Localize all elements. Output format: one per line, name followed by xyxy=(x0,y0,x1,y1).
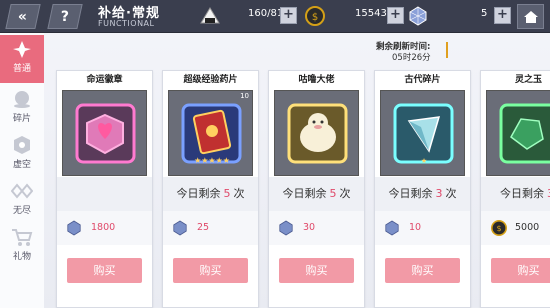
price-row: 1800 xyxy=(57,211,152,245)
hexagon-icon xyxy=(14,136,30,154)
sidebar-item-label: 碎片 xyxy=(12,114,31,124)
crystal-icon xyxy=(173,220,187,236)
top-bar: « ? 补给·常规 FUNCTIONAL 160/81 + $ 15543 + … xyxy=(0,0,550,33)
limit-prefix: 今日剩余 xyxy=(176,187,221,200)
sidebar-item-label: 礼物 xyxy=(12,252,31,262)
sidebar: 普通 碎片 虚空 无尽 礼物 xyxy=(0,33,44,308)
item-image xyxy=(62,90,147,176)
sidebar-item-gift[interactable]: 礼物 xyxy=(0,223,44,269)
gold-coin-icon: $ xyxy=(491,220,507,236)
item-name: 命运徽章 xyxy=(86,75,123,85)
item-image: ★ xyxy=(380,90,465,176)
back-button[interactable]: « xyxy=(5,4,41,29)
limit-prefix: 今日剩余 xyxy=(388,187,433,200)
help-button[interactable]: ? xyxy=(47,4,83,29)
gold-value: 15543 xyxy=(355,8,387,19)
gold-coin-icon: $ xyxy=(305,6,325,26)
shop-card-ancient-fragment[interactable]: 古代碎片 ★ 今日剩余 3 次 10 购买 xyxy=(374,70,471,308)
sidebar-item-fragments[interactable]: 碎片 xyxy=(0,85,44,131)
crystal-icon xyxy=(385,220,399,236)
svg-text:$: $ xyxy=(312,12,318,23)
shop-card-super-exp-chip[interactable]: 超级经验药片 ★★★★★ 10 今日剩余 5 次 25 购买 xyxy=(162,70,259,308)
item-image xyxy=(274,90,359,176)
sidebar-item-normal[interactable]: 普通 xyxy=(0,35,44,83)
sidebar-item-label: 普通 xyxy=(12,64,31,74)
shop-card-gulu-boss[interactable]: 咕噜大佬 今日剩余 5 次 30 购买 xyxy=(268,70,365,308)
limit-count: 5 xyxy=(223,187,231,200)
price-row: $ 5000 xyxy=(481,211,550,245)
refresh-accent xyxy=(446,42,448,58)
purchase-limit: 今日剩余 3 次 xyxy=(375,177,470,211)
item-name: 灵之玉 xyxy=(514,75,542,85)
orb-icon xyxy=(14,91,30,108)
purchase-limit xyxy=(57,177,152,211)
svg-text:★: ★ xyxy=(421,157,427,165)
item-name: 咕噜大佬 xyxy=(298,75,335,85)
star-compass-icon xyxy=(13,41,31,58)
purchase-limit: 今日剩余 5 次 xyxy=(163,177,258,211)
purchase-limit: 今日剩余 5 次 xyxy=(269,177,364,211)
price-row: 25 xyxy=(163,211,258,245)
add-stamina-button[interactable]: + xyxy=(280,7,297,24)
shopping-cart-icon xyxy=(12,229,33,246)
limit-suffix: 次 xyxy=(445,187,457,200)
home-button[interactable] xyxy=(517,4,544,29)
item-quantity: 10 xyxy=(240,92,249,100)
limit-prefix: 今日剩余 xyxy=(282,187,327,200)
buy-button[interactable]: 购买 xyxy=(385,258,460,283)
shop-card-fate-badge[interactable]: 命运徽章 1800 购买 xyxy=(56,70,153,308)
price-row: 10 xyxy=(375,211,470,245)
infinity-diamond-icon xyxy=(11,183,33,199)
crystal-icon xyxy=(408,6,428,26)
sidebar-item-endless[interactable]: 无尽 xyxy=(0,177,44,223)
sidebar-item-label: 无尽 xyxy=(12,206,31,216)
gem-value: 5 xyxy=(481,8,488,19)
item-name: 超级经验药片 xyxy=(183,75,238,85)
limit-suffix: 次 xyxy=(233,187,245,200)
buy-button[interactable]: 购买 xyxy=(491,258,550,283)
shop-card-spirit-jade[interactable]: 灵之玉 今日剩余3 $ 5000 购买 xyxy=(480,70,550,308)
buy-button[interactable]: 购买 xyxy=(173,258,248,283)
item-name: 古代碎片 xyxy=(404,75,441,85)
buy-button[interactable]: 购买 xyxy=(67,258,142,283)
item-price: 25 xyxy=(197,222,210,233)
item-price: 30 xyxy=(303,222,316,233)
question-icon: ? xyxy=(60,8,70,25)
price-row: 30 xyxy=(269,211,364,245)
item-image: ★★★★★ 10 xyxy=(168,90,253,176)
stamina-value: 160/81 xyxy=(248,8,284,19)
refresh-time: 05时26分 xyxy=(392,53,431,63)
item-price: 5000 xyxy=(515,222,540,233)
limit-count: 3 xyxy=(435,187,443,200)
crystal-icon xyxy=(67,220,81,236)
sidebar-item-void[interactable]: 虚空 xyxy=(0,131,44,177)
add-gem-button[interactable]: + xyxy=(494,7,511,24)
crystal-icon xyxy=(279,220,293,236)
double-chevron-left-icon: « xyxy=(18,8,28,25)
limit-count: 5 xyxy=(329,187,337,200)
svg-text:$: $ xyxy=(496,224,501,233)
page-subtitle: FUNCTIONAL xyxy=(98,19,155,28)
buy-button[interactable]: 购买 xyxy=(279,258,354,283)
item-price: 1800 xyxy=(91,222,116,233)
svg-text:★★★★★: ★★★★★ xyxy=(194,156,230,165)
home-icon xyxy=(523,10,538,23)
item-image xyxy=(486,90,550,176)
item-price: 10 xyxy=(409,222,422,233)
rice-ball-icon xyxy=(200,6,220,26)
add-gold-button[interactable]: + xyxy=(387,7,404,24)
sidebar-item-label: 虚空 xyxy=(12,160,31,170)
limit-prefix: 今日剩余 xyxy=(500,187,544,200)
purchase-limit: 今日剩余3 xyxy=(481,177,550,211)
limit-suffix: 次 xyxy=(339,187,351,200)
